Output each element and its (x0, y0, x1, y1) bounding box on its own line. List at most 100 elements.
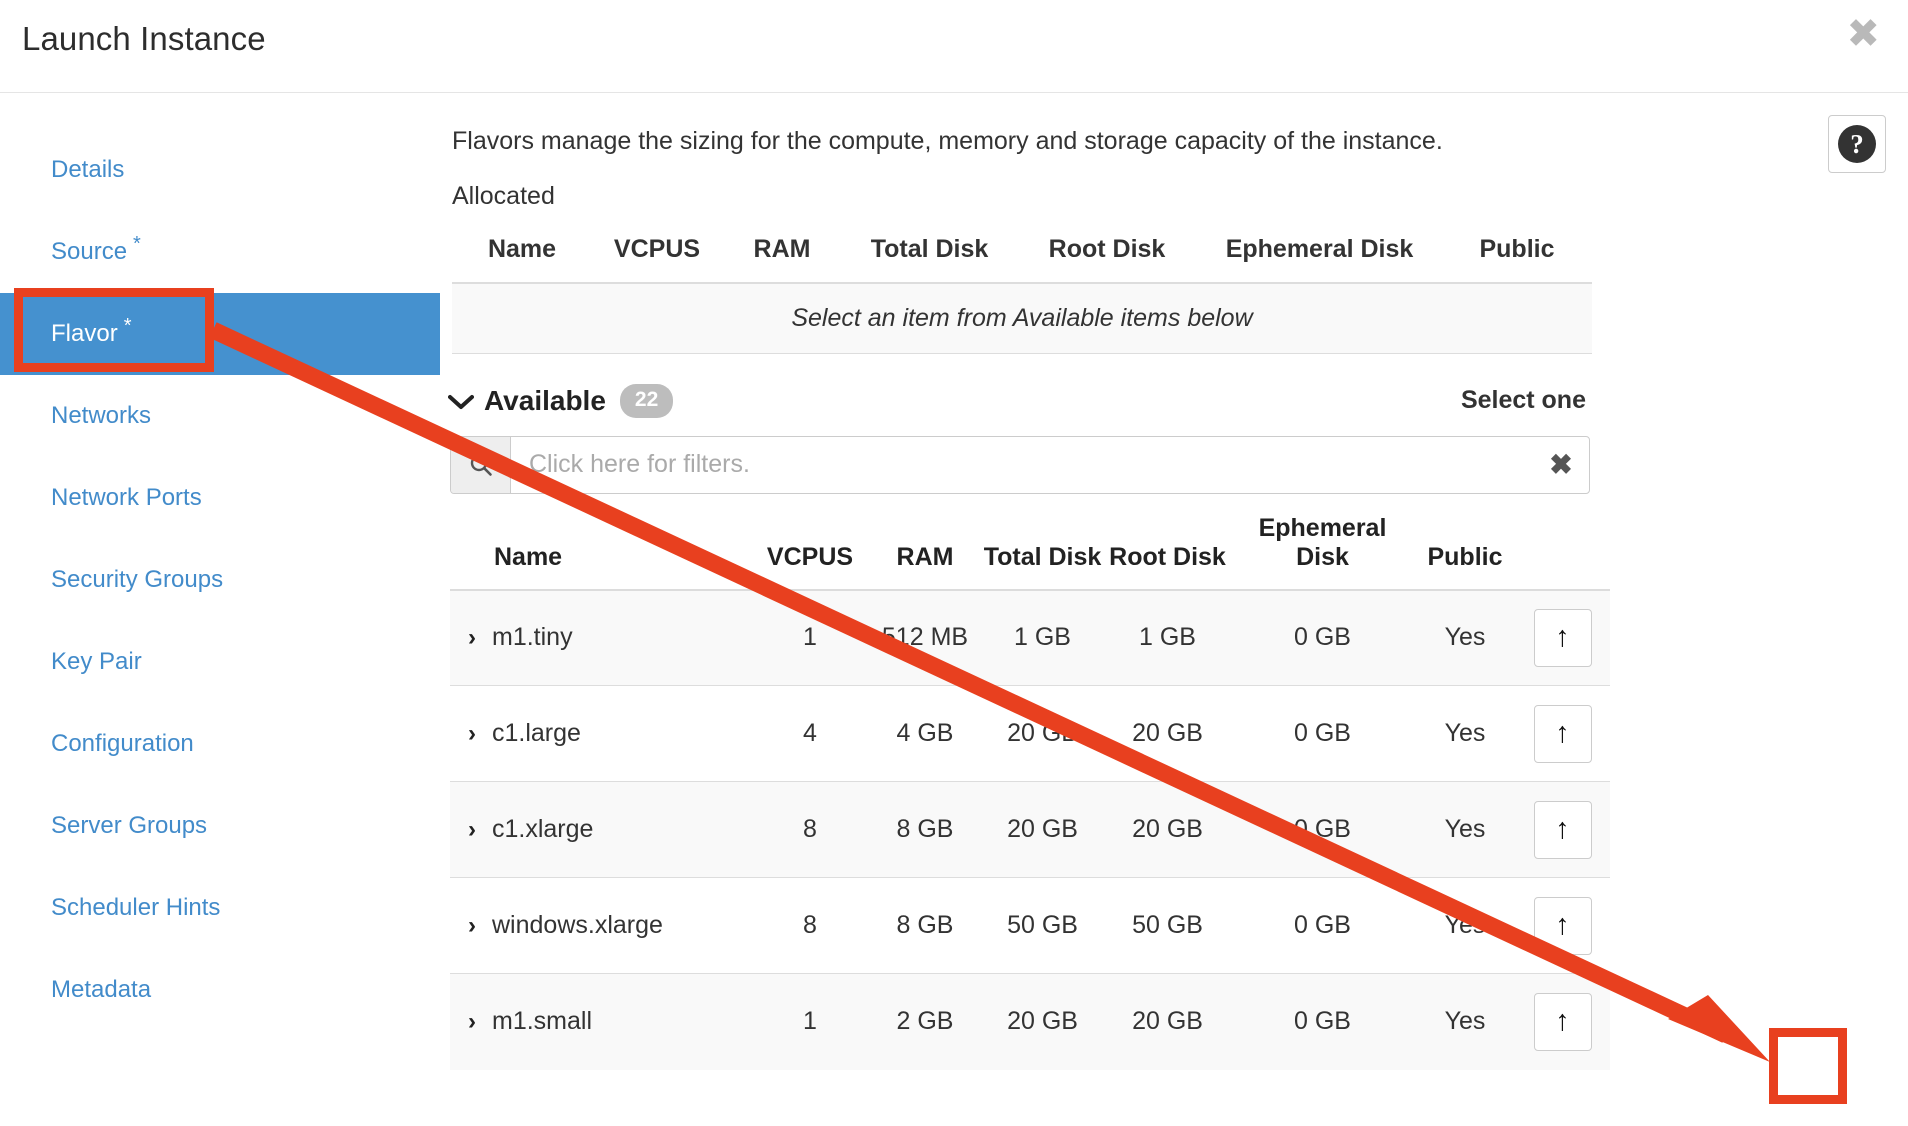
vcpus-cell: 4 (750, 685, 870, 782)
modal-body: Details Source * Flavor * Networks Netwo… (0, 93, 1908, 1125)
filter-input[interactable] (511, 436, 1533, 493)
ephemeral-disk-cell: 0 GB (1230, 588, 1415, 686)
column-header-action (1515, 514, 1610, 590)
public-cell: Yes (1415, 685, 1515, 782)
root-disk-cell: 20 GB (1105, 685, 1230, 782)
column-header-vcpus: VCPUS (766, 543, 854, 571)
total-disk-cell: 20 GB (980, 781, 1105, 878)
available-table: Name VCPUS RAM Total Disk Root Disk Ephe… (450, 514, 1610, 1070)
available-table-header-row: Name VCPUS RAM Total Disk Root Disk Ephe… (450, 514, 1610, 590)
search-icon (451, 436, 511, 493)
total-disk-cell: 20 GB (980, 973, 1105, 1070)
vcpus-cell: 8 (750, 781, 870, 878)
available-section-header: Available 22 Select one (448, 383, 1588, 418)
sidebar-item-label: Key Pair (51, 648, 142, 675)
column-header-name: Name (494, 543, 563, 571)
sidebar-item-label: Flavor (51, 320, 118, 347)
flavor-name-cell: › c1.xlarge (450, 781, 750, 878)
ephemeral-disk-cell: 0 GB (1230, 973, 1415, 1070)
ram-cell: 8 GB (870, 781, 980, 878)
sidebar-item-key-pair[interactable]: Key Pair (0, 621, 440, 703)
allocate-button[interactable]: ↑ (1533, 992, 1592, 1051)
flavor-name: c1.xlarge (492, 815, 594, 843)
chevron-down-icon[interactable] (448, 388, 474, 414)
column-header-public: Public (1479, 235, 1555, 263)
column-header-vcpus: VCPUS (613, 235, 701, 263)
column-header-root-disk: Root Disk (1048, 235, 1166, 263)
sidebar-item-scheduler-hints[interactable]: Scheduler Hints (0, 867, 440, 949)
table-row[interactable]: › m1.tiny 1 512 MB 1 GB 1 GB 0 GB Yes ↑ (450, 588, 1610, 686)
wizard-sidebar: Details Source * Flavor * Networks Netwo… (0, 93, 440, 1125)
sidebar-item-metadata[interactable]: Metadata (0, 949, 440, 1031)
sidebar-item-label: Security Groups (51, 566, 224, 593)
root-disk-cell: 20 GB (1105, 973, 1230, 1070)
ram-cell: 512 MB (870, 588, 980, 686)
step-description: Flavors manage the sizing for the comput… (452, 127, 1443, 155)
ram-cell: 4 GB (870, 685, 980, 782)
vcpus-cell: 1 (750, 973, 870, 1070)
close-icon[interactable]: ✖ (1846, 14, 1880, 54)
table-row[interactable]: › c1.large 4 4 GB 20 GB 20 GB 0 GB Yes ↑ (450, 685, 1610, 782)
sidebar-item-details[interactable]: Details (0, 129, 440, 211)
ram-cell: 2 GB (870, 973, 980, 1070)
flavor-name: m1.tiny (492, 623, 573, 652)
column-header-ram: RAM (896, 543, 954, 571)
flavor-name-cell: › windows.xlarge (450, 877, 750, 974)
sidebar-item-network-ports[interactable]: Network Ports (0, 457, 440, 539)
public-cell: Yes (1415, 588, 1515, 686)
allocate-action-cell: ↑ (1515, 588, 1610, 686)
allocate-button[interactable]: ↑ (1533, 896, 1592, 955)
allocate-action-cell: ↑ (1515, 685, 1610, 782)
ephemeral-disk-cell: 0 GB (1230, 685, 1415, 782)
flavor-name: c1.large (492, 719, 581, 747)
select-mode-label: Select one (1460, 386, 1586, 414)
sidebar-item-source[interactable]: Source * (0, 211, 440, 293)
ephemeral-disk-cell: 0 GB (1230, 877, 1415, 974)
sidebar-item-server-groups[interactable]: Server Groups (0, 785, 440, 867)
required-asterisk: * (123, 315, 132, 337)
help-button[interactable]: ? (1828, 115, 1886, 173)
chevron-right-icon[interactable]: › (468, 1008, 476, 1036)
question-mark-icon: ? (1838, 125, 1876, 163)
table-row[interactable]: › windows.xlarge 8 8 GB 50 GB 50 GB 0 GB … (450, 877, 1610, 974)
ephemeral-disk-cell: 0 GB (1230, 781, 1415, 878)
flavor-name-cell: › c1.large (450, 685, 750, 782)
sidebar-item-label: Network Ports (51, 484, 202, 511)
sidebar-item-configuration[interactable]: Configuration (0, 703, 440, 785)
column-header-public: Public (1427, 543, 1503, 571)
chevron-right-icon[interactable]: › (468, 720, 476, 748)
allocate-button[interactable]: ↑ (1533, 704, 1592, 763)
chevron-right-icon[interactable]: › (468, 816, 476, 844)
column-header-total-disk: Total Disk (983, 543, 1102, 571)
sidebar-item-networks[interactable]: Networks (0, 375, 440, 457)
clear-filter-icon[interactable]: ✖ (1533, 437, 1589, 493)
vcpus-cell: 8 (750, 877, 870, 974)
allocate-button[interactable]: ↑ (1533, 608, 1592, 667)
sidebar-item-label: Details (51, 156, 125, 183)
total-disk-cell: 1 GB (980, 588, 1105, 686)
ram-cell: 8 GB (870, 877, 980, 974)
available-count-badge: 22 (619, 383, 674, 418)
column-header-name: Name (487, 235, 557, 263)
allocate-button[interactable]: ↑ (1533, 800, 1592, 859)
table-row[interactable]: › c1.xlarge 8 8 GB 20 GB 20 GB 0 GB Yes ↑ (450, 781, 1610, 878)
sidebar-item-flavor[interactable]: Flavor * (0, 293, 440, 375)
launch-instance-modal: Launch Instance ✖ Details Source * Flavo… (0, 0, 1908, 1126)
column-header-ephemeral-disk: Ephemeral Disk (1258, 513, 1387, 572)
modal-header: Launch Instance ✖ (0, 0, 1908, 93)
root-disk-cell: 20 GB (1105, 781, 1230, 878)
sidebar-item-label: Source (51, 238, 128, 265)
sidebar-item-security-groups[interactable]: Security Groups (0, 539, 440, 621)
chevron-right-icon[interactable]: › (468, 624, 476, 652)
table-row[interactable]: › m1.small 1 2 GB 20 GB 20 GB 0 GB Yes ↑ (450, 973, 1610, 1070)
public-cell: Yes (1415, 973, 1515, 1070)
public-cell: Yes (1415, 877, 1515, 974)
required-asterisk: * (133, 233, 141, 255)
chevron-right-icon[interactable]: › (468, 912, 476, 940)
sidebar-item-label: Metadata (51, 976, 152, 1003)
filter-bar[interactable]: ✖ (450, 435, 1590, 494)
total-disk-cell: 50 GB (980, 877, 1105, 974)
column-header-total-disk: Total Disk (870, 235, 989, 263)
available-label: Available (484, 384, 606, 416)
flavor-name: m1.small (492, 1007, 593, 1036)
